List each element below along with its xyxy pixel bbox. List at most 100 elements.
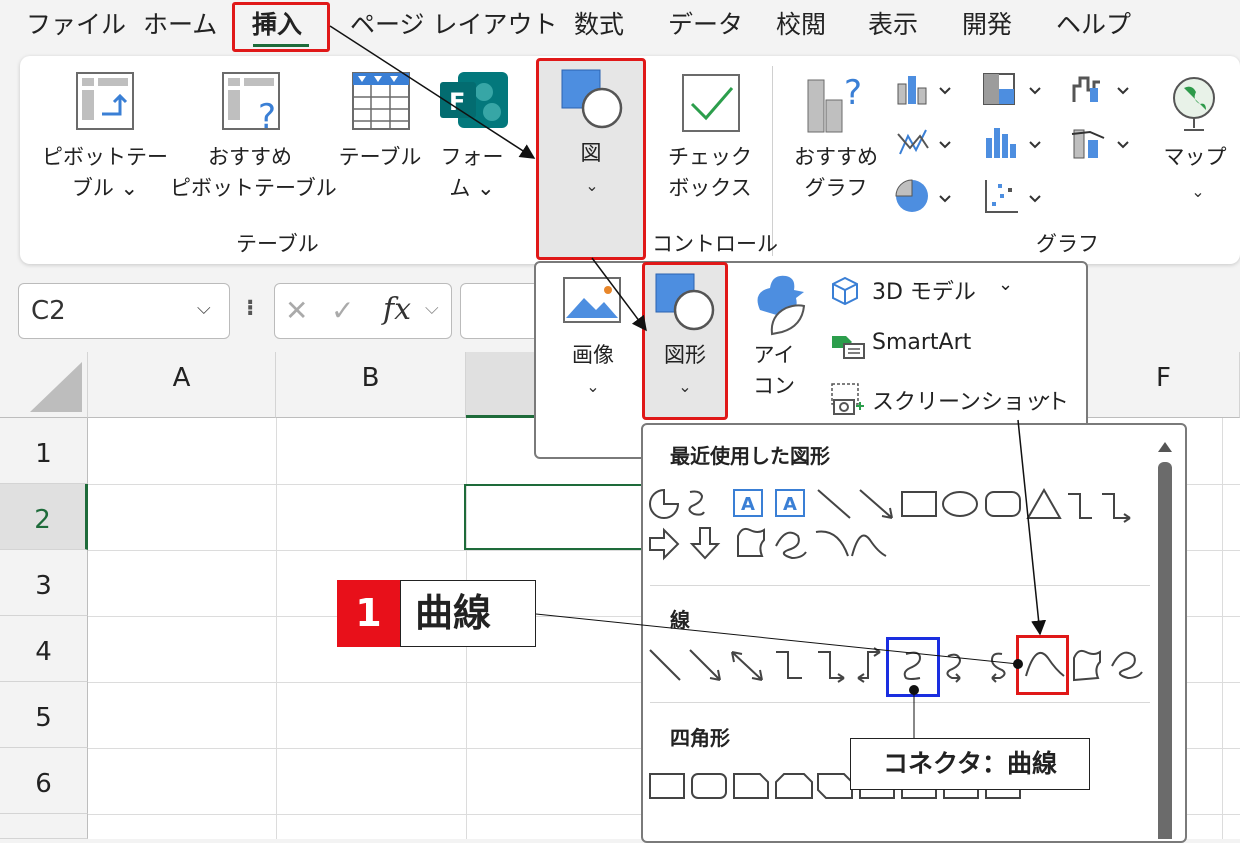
- rectangles-title: 四角形: [670, 726, 730, 750]
- icons-icon: [757, 275, 806, 336]
- illustrations-chevron-icon: ⌄: [585, 176, 599, 195]
- recommended-charts-icon: ?: [807, 73, 862, 133]
- formula-buttons: ✕ ✓ fx ⌵: [274, 283, 452, 339]
- image-chevron-icon: ⌄: [586, 377, 600, 396]
- icons-label-1: アイ: [753, 343, 795, 367]
- row-header-3[interactable]: 3: [0, 550, 88, 616]
- forms-label-1: フォー: [440, 145, 504, 169]
- checkbox-button[interactable]: チェック ボックス: [660, 142, 760, 204]
- double-arrow-shape-icon: [731, 651, 763, 681]
- name-box[interactable]: C2 ⌵: [18, 283, 230, 339]
- right-arrow-shape-icon: [649, 527, 680, 561]
- name-box-chevron-icon[interactable]: ⌵: [197, 298, 211, 319]
- recommended-charts-label-1: おすすめ: [794, 145, 878, 169]
- table-button[interactable]: テーブル: [334, 142, 426, 173]
- column-header-c[interactable]: [466, 352, 536, 418]
- active-cell-c2[interactable]: [464, 484, 644, 550]
- enter-icon[interactable]: ✓: [331, 294, 354, 327]
- connector-curve-label: コネクタ：曲線: [850, 738, 1090, 790]
- curved-double-arrow-connector-shape-icon: [990, 652, 1006, 683]
- fx-chevron-icon[interactable]: ⌵: [425, 298, 439, 319]
- menu-developer[interactable]: 開発: [962, 8, 1012, 42]
- hierarchy-chart-icon: [983, 73, 1041, 105]
- pivot-table-button[interactable]: ピボットテー ブル ⌄: [40, 142, 170, 204]
- line-shape-icon: [817, 489, 851, 519]
- menu-page-layout[interactable]: ページ レイアウト: [350, 8, 557, 42]
- oval-shape-icon: [942, 491, 978, 517]
- group-label-controls: コントロール: [652, 232, 778, 256]
- elbow-arrow-connector-shape-icon: [1102, 493, 1131, 523]
- menu-file[interactable]: ファイル: [26, 8, 126, 42]
- gallery-separator: [650, 585, 1150, 586]
- scroll-up-icon[interactable]: [1156, 436, 1174, 456]
- gallery-scrollbar-thumb[interactable]: [1158, 462, 1172, 839]
- select-all-triangle-icon: [30, 362, 82, 412]
- menu-view[interactable]: 表示: [868, 8, 918, 42]
- map-button[interactable]: マップ: [1162, 142, 1228, 173]
- down-arrow-shape-icon: [689, 527, 721, 560]
- recommended-pivot-button[interactable]: おすすめ ピボットテーブル: [170, 142, 337, 204]
- column-header-b[interactable]: B: [276, 352, 466, 418]
- pivot-table-label-1: ピボットテー: [42, 145, 168, 169]
- chart-type-buttons[interactable]: [894, 72, 1154, 222]
- cube-icon: [832, 276, 858, 306]
- lines-title: 線: [670, 608, 690, 632]
- elbow-connector-shape-icon: [1068, 493, 1092, 519]
- elbow-double-arrow-connector-shape-icon: [857, 647, 881, 683]
- formula-bar-grip-icon[interactable]: ⁝: [246, 296, 254, 321]
- row-header-7[interactable]: [0, 814, 88, 839]
- icons-button[interactable]: アイ コン: [740, 340, 808, 402]
- curve-highlight: [1016, 635, 1069, 695]
- image-button[interactable]: 画像 ⌄: [556, 340, 630, 402]
- rounded-rectangle-shape-icon: [691, 773, 727, 799]
- scribble-shape-icon: [775, 531, 807, 560]
- menu-formulas[interactable]: 数式: [574, 8, 624, 42]
- freeform-shape-icon: [1073, 649, 1101, 682]
- image-icon: [563, 277, 621, 323]
- pie-chart-icon: [895, 179, 951, 212]
- active-tab-underline: [253, 44, 309, 47]
- insert-function-icon[interactable]: fx: [383, 292, 411, 327]
- svg-text:A: A: [783, 494, 797, 515]
- menu-data[interactable]: データ: [668, 8, 743, 42]
- map-label: マップ: [1163, 145, 1227, 169]
- row-header-4[interactable]: 4: [0, 616, 88, 682]
- curved-arrow-connector-shape-icon: [946, 653, 962, 683]
- recommended-pivot-label-2: ピボットテーブル: [170, 176, 337, 200]
- menu-bar: ファイル ホーム 挿入 ページ レイアウト 数式 データ 校閲 表示 開発 ヘル…: [0, 0, 1240, 52]
- step-label-curve: 曲線: [400, 580, 536, 647]
- formula-input[interactable]: [460, 283, 540, 339]
- recent-shapes-row[interactable]: A A: [646, 486, 1146, 566]
- forms-button[interactable]: フォー ム ⌄: [432, 142, 512, 204]
- recommended-charts-label-2: グラフ: [804, 176, 868, 200]
- scatter-chart-icon: [985, 180, 1041, 213]
- name-box-value: C2: [31, 296, 66, 326]
- column-header-a[interactable]: A: [88, 352, 276, 418]
- menu-help[interactable]: ヘルプ: [1056, 8, 1131, 42]
- screenshot-icon: [831, 383, 864, 415]
- group-label-charts: グラフ: [1036, 232, 1099, 256]
- row-header-2[interactable]: 2: [0, 484, 88, 550]
- pivot-table-label-2: ブル ⌄: [71, 176, 139, 200]
- table-label: テーブル: [338, 145, 422, 169]
- statistic-chart-icon: [986, 128, 1041, 158]
- recommended-pivot-icon: ?: [222, 72, 280, 136]
- line-chart-icon: [897, 129, 951, 155]
- smartart-label: SmartArt: [872, 330, 972, 355]
- select-all-corner[interactable]: [0, 352, 88, 418]
- illustrations-shapes-icon: [561, 69, 623, 129]
- row-header-6[interactable]: 6: [0, 748, 88, 814]
- svg-text:F: F: [449, 88, 465, 116]
- scribble-shape-icon: [1111, 651, 1143, 680]
- menu-review[interactable]: 校閲: [776, 8, 826, 42]
- row-header-1[interactable]: 1: [0, 418, 88, 484]
- row-header-5[interactable]: 5: [0, 682, 88, 748]
- menu-home[interactable]: ホーム: [143, 8, 217, 42]
- column-header-f[interactable]: F: [1088, 352, 1240, 418]
- rounded-rectangle-shape-icon: [985, 491, 1021, 517]
- elbow-connector-shape-icon: [776, 651, 802, 679]
- cancel-icon[interactable]: ✕: [285, 294, 308, 327]
- pivot-table-icon: [76, 72, 134, 130]
- recommended-charts-button[interactable]: おすすめ グラフ: [784, 142, 888, 204]
- shapes-chevron-icon: ⌄: [678, 377, 692, 396]
